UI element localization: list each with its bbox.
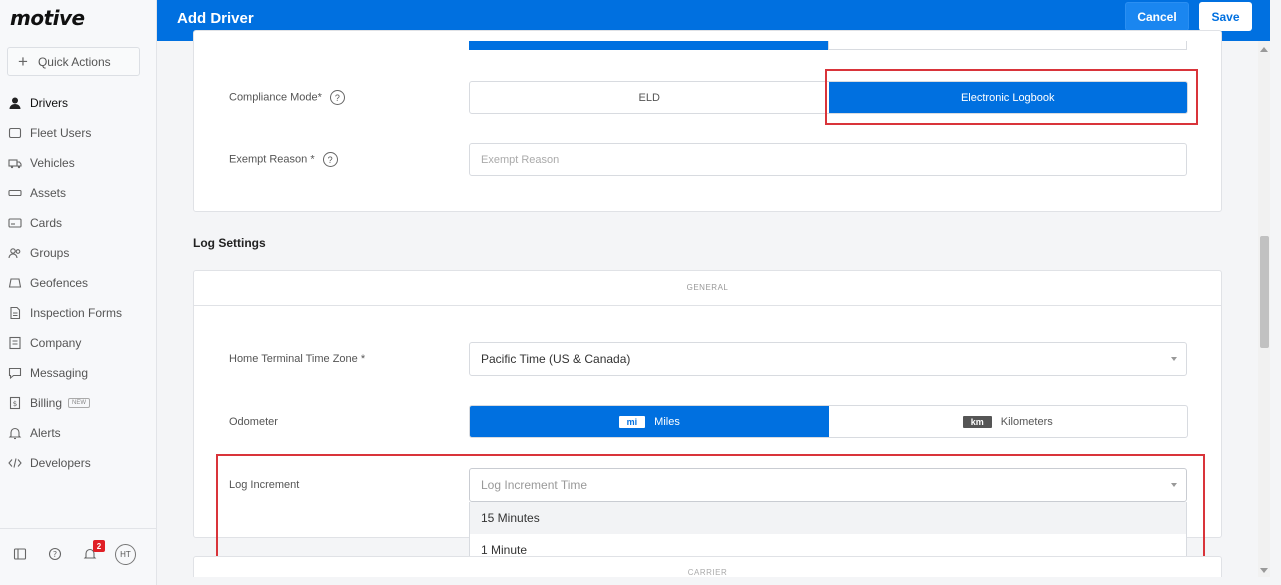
odometer-miles[interactable]: mi Miles <box>470 406 829 437</box>
sidebar-item-vehicles[interactable]: Vehicles <box>0 148 157 178</box>
sidebar-item-label: Cards <box>30 216 63 230</box>
scrollbar-thumb[interactable] <box>1260 236 1269 348</box>
odometer-label: Odometer <box>229 416 278 428</box>
odometer-kilometers[interactable]: km Kilometers <box>829 406 1188 437</box>
sidebar-footer: ? 2 HT <box>0 528 157 585</box>
sidebar-item-company[interactable]: Company <box>0 328 157 358</box>
sidebar-item-label: Assets <box>30 186 67 200</box>
previous-field-option <box>828 41 1187 50</box>
time-zone-select[interactable]: Pacific Time (US & Canada) <box>469 342 1187 376</box>
svg-text:?: ? <box>53 550 57 559</box>
scroll-down-arrow-icon[interactable] <box>1260 568 1268 573</box>
trailer-icon <box>8 186 22 200</box>
svg-text:$: $ <box>13 400 17 408</box>
compliance-mode-label: Compliance Mode*? <box>229 90 345 105</box>
bell-icon <box>8 426 22 440</box>
page-title: Add Driver <box>177 10 254 27</box>
sidebar-item-label: Drivers <box>30 96 68 110</box>
help-icon[interactable]: ? <box>322 152 338 167</box>
geofence-icon <box>8 276 22 290</box>
sidebar-item-fleet-users[interactable]: Fleet Users <box>0 118 157 148</box>
tab-carrier[interactable]: CARRIER <box>193 568 1222 577</box>
odometer-toggle: mi Miles km Kilometers <box>469 405 1188 438</box>
document-icon <box>8 306 22 320</box>
help-icon[interactable]: ? <box>329 90 345 105</box>
billing-icon: $ <box>8 396 22 410</box>
exempt-reason-input[interactable]: Exempt Reason <box>469 143 1187 176</box>
log-settings-title: Log Settings <box>193 236 266 250</box>
sidebar-item-alerts[interactable]: Alerts <box>0 418 157 448</box>
miles-chip: mi <box>618 415 646 428</box>
sidebar-item-billing[interactable]: $ Billing NEW <box>0 388 157 418</box>
group-icon <box>8 246 22 260</box>
sidebar-item-groups[interactable]: Groups <box>0 238 157 268</box>
sidebar-item-assets[interactable]: Assets <box>0 178 157 208</box>
tab-general[interactable]: GENERAL <box>193 270 1222 306</box>
sidebar-item-label: Billing <box>30 396 63 410</box>
truck-icon <box>8 156 22 170</box>
sidebar-item-inspection-forms[interactable]: Inspection Forms <box>0 298 157 328</box>
exempt-reason-label: Exempt Reason *? <box>229 152 338 167</box>
compliance-mode-eld[interactable]: ELD <box>470 82 829 113</box>
sidebar: motive + Quick Actions Drivers Fleet Use… <box>0 0 157 585</box>
scroll-up-arrow-icon[interactable] <box>1260 47 1268 52</box>
notification-count-badge: 2 <box>93 540 105 552</box>
sidebar-item-label: Geofences <box>30 276 89 290</box>
time-zone-label: Home Terminal Time Zone * <box>229 353 366 365</box>
sidebar-item-label: Alerts <box>30 426 61 440</box>
plus-icon: + <box>18 52 28 71</box>
cancel-button[interactable]: Cancel <box>1125 2 1189 31</box>
new-badge: NEW <box>68 398 91 408</box>
sidebar-item-developers[interactable]: Developers <box>0 448 157 478</box>
sidebar-nav: Drivers Fleet Users Vehicles Assets Card… <box>0 88 157 478</box>
collapse-sidebar-icon[interactable] <box>12 546 28 562</box>
user-avatar[interactable]: HT <box>115 544 136 565</box>
sidebar-item-label: Fleet Users <box>30 126 92 140</box>
help-icon[interactable]: ? <box>47 546 63 562</box>
card-icon <box>8 216 22 230</box>
highlight-box-log-increment <box>216 454 1205 564</box>
page-bottom-edge <box>157 577 1281 585</box>
km-chip: km <box>962 415 992 428</box>
sidebar-item-label: Company <box>30 336 82 350</box>
sidebar-item-label: Developers <box>30 456 91 470</box>
sidebar-item-geofences[interactable]: Geofences <box>0 268 157 298</box>
user-icon <box>8 96 22 110</box>
sidebar-item-label: Messaging <box>30 366 89 380</box>
save-button[interactable]: Save <box>1199 2 1252 31</box>
sidebar-item-drivers[interactable]: Drivers <box>0 88 157 118</box>
sidebar-item-messaging[interactable]: Messaging <box>0 358 157 388</box>
code-icon <box>8 456 22 470</box>
highlight-box-compliance <box>825 69 1198 125</box>
notifications-bell-icon[interactable]: 2 <box>82 540 105 562</box>
sidebar-item-cards[interactable]: Cards <box>0 208 157 238</box>
quick-actions-button[interactable]: + Quick Actions <box>7 47 140 76</box>
chat-square-icon <box>8 126 22 140</box>
chevron-down-icon <box>1171 357 1177 361</box>
sidebar-item-label: Groups <box>30 246 70 260</box>
sidebar-item-label: Inspection Forms <box>30 306 123 320</box>
sidebar-item-label: Vehicles <box>30 156 75 170</box>
message-icon <box>8 366 22 380</box>
quick-actions-label: Quick Actions <box>37 54 111 69</box>
building-icon <box>8 336 22 350</box>
previous-field-selected <box>469 41 828 50</box>
motive-logo[interactable]: motive <box>10 6 85 30</box>
